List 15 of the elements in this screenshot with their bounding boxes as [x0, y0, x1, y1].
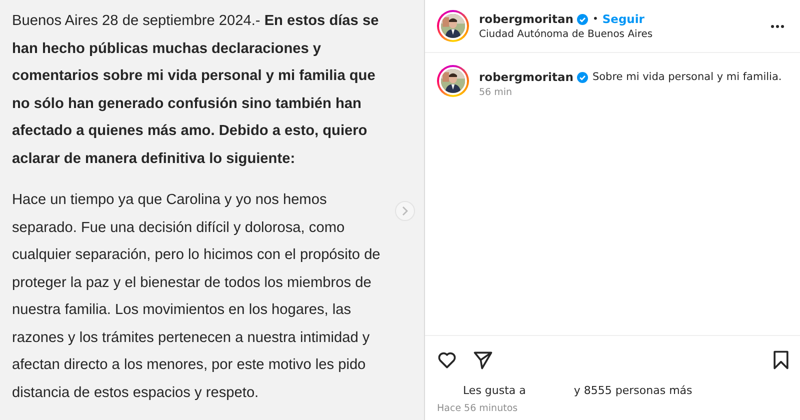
- post-paragraph: Buenos Aires 28 de septiembre 2024.- En estos días se han hecho públicas muchas declaraciones y comentarios sobre mi vida personal y mi familia que no sólo han generado confusión sino también han afectado a quienes más amo. Debido a esto, quiero aclarar de manera definitiva lo siguiente:: [12, 12, 380, 168]
- separator-dot: •: [592, 14, 598, 24]
- likes-text: Les gusta a: [463, 384, 526, 397]
- avatar[interactable]: [437, 10, 469, 42]
- post-timestamp: Hace 56 minutos: [436, 402, 519, 416]
- post-time: 56 min: [479, 87, 514, 98]
- post-paragraph: Hace un tiempo ya que Carolina y yo nos hemos separado. Fue una decisión difícil y dolorosa, como cualquier separación, pero lo hicimos con el propósito de proteger la paz y el bienestar de todos los miembros de nuestra familia. Los movimientos en los hogares, las razones y los trámites pertenecen a nuestra intimidad y afectan directo a los menores, por este motivo les pido distancia de estos espacios y respeto.: [12, 191, 382, 402]
- location[interactable]: Ciudad Autónoma de Buenos Aires: [479, 29, 757, 40]
- send-icon[interactable]: [472, 349, 494, 371]
- likes-count[interactable]: y 8555 personas más: [574, 384, 692, 397]
- username[interactable]: robergmoritan: [479, 12, 574, 26]
- username[interactable]: robergmoritan: [479, 70, 574, 84]
- avatar[interactable]: [437, 65, 469, 97]
- chevron-right-icon: [401, 206, 409, 216]
- caption-text: Sobre mi vida personal y mi familia.: [592, 71, 782, 83]
